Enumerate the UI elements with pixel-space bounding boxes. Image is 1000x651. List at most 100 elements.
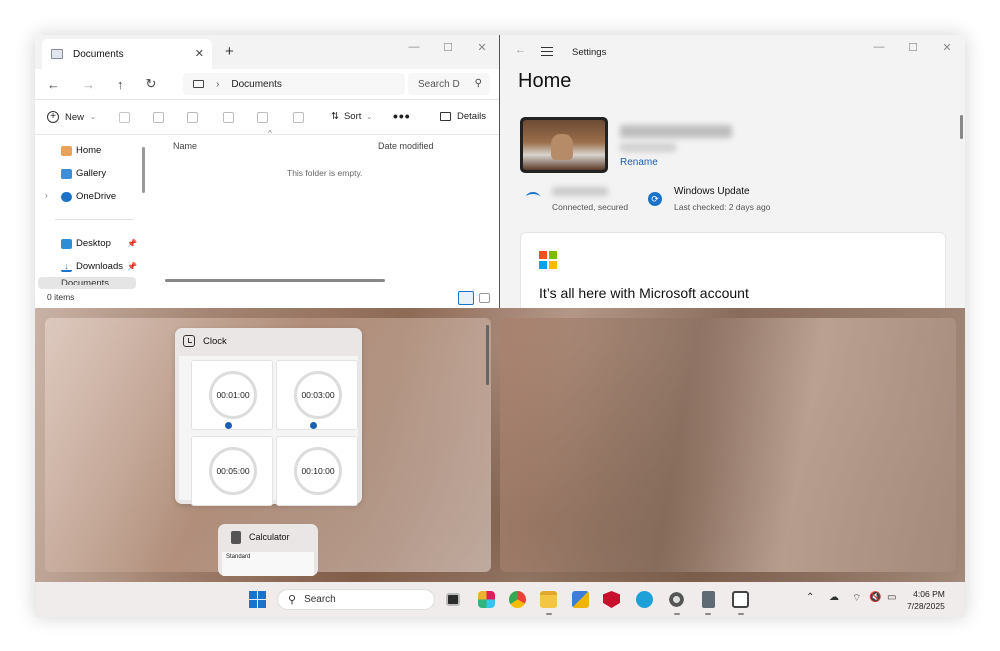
sidebar-item-desktop[interactable]: Desktop [61, 238, 111, 249]
slack-icon[interactable] [478, 591, 495, 608]
new-tab-button[interactable]: + [225, 43, 234, 60]
rename-icon[interactable] [223, 112, 234, 123]
clock-preview: 00:01:00 00:03:00 00:05:00 00:10:00 [179, 356, 358, 506]
cut-icon[interactable] [119, 112, 130, 123]
task-view-icon[interactable] [446, 593, 460, 606]
sidebar-item-gallery[interactable]: Gallery [61, 168, 106, 179]
timer-card: 00:10:00 [276, 436, 358, 506]
windows-update-title[interactable]: Windows Update [674, 186, 750, 197]
clock-date: 7/28/2025 [907, 601, 945, 611]
start-windows-icon[interactable] [249, 591, 266, 608]
calculator-window-thumbnail[interactable]: Calculator Standard [218, 524, 318, 576]
settings-gear-icon[interactable] [668, 591, 685, 608]
horizontal-scrollbar[interactable] [165, 279, 385, 282]
sidebar-divider [55, 219, 133, 220]
taskbar-search-box[interactable]: ⚲ Search [277, 589, 435, 610]
wifi-icon [526, 192, 540, 202]
calculator-mode: Standard [226, 554, 251, 560]
copy-icon[interactable] [153, 112, 164, 123]
timer-ring: 00:03:00 [294, 371, 342, 419]
settings-window-controls: — ☐ ✕ [862, 41, 964, 54]
running-indicator [674, 613, 680, 615]
sidebar-scrollbar[interactable] [142, 147, 145, 193]
cloud-sync-icon[interactable]: ☁ [829, 592, 839, 603]
minimize-button[interactable]: — [862, 41, 896, 54]
sort-button[interactable]: ⇅ Sort ⌄ [331, 111, 372, 122]
calculator-app-title: Calculator [249, 532, 290, 542]
large-icons-view-icon[interactable] [479, 293, 490, 303]
more-options-button[interactable]: ••• [393, 108, 411, 124]
documents-folder-icon [51, 49, 63, 59]
sidebar-item-onedrive[interactable]: OneDrive [61, 191, 116, 202]
explorer-tab-documents[interactable]: Documents ✕ [42, 39, 212, 69]
clock-icon[interactable] [732, 591, 749, 608]
windows-update-icon: ⟳ [648, 192, 662, 206]
paste-icon[interactable] [187, 112, 198, 123]
breadcrumb-separator: › [216, 78, 220, 90]
delete-icon[interactable] [293, 112, 304, 123]
window-title: Settings [572, 47, 607, 58]
device-thumbnail [520, 117, 608, 173]
breadcrumb-documents[interactable]: Documents [231, 79, 282, 90]
search-icon: ⚲ [474, 78, 482, 89]
play-icon [225, 422, 232, 429]
search-input[interactable]: Search D ⚲ [408, 73, 490, 95]
up-arrow-icon[interactable]: ↑ [117, 77, 124, 92]
refresh-icon[interactable]: ↻ [146, 76, 157, 92]
calculator-icon[interactable] [702, 591, 715, 608]
snap-assist-zone-right[interactable] [500, 318, 956, 572]
forward-arrow-icon[interactable]: → [82, 77, 95, 92]
pin-icon: 📌 [127, 239, 137, 248]
sidebar-item-home[interactable]: Home [61, 145, 101, 156]
microsoft-store-icon[interactable] [572, 591, 589, 608]
clock-window-thumbnail[interactable]: Clock 00:01:00 00:03:00 00:05:00 00:10:0… [175, 328, 362, 506]
wifi-tray-icon[interactable]: ⌔ [852, 592, 861, 605]
timer-value: 00:10:00 [301, 466, 335, 476]
timer-card: 00:05:00 [191, 436, 273, 506]
new-label: New [65, 111, 85, 123]
close-button[interactable]: ✕ [465, 41, 499, 54]
system-clock[interactable]: 4:06 PM 7/28/2025 [907, 588, 945, 612]
details-pane-button[interactable]: Details [440, 111, 486, 122]
page-title: Home [518, 70, 572, 92]
volume-muted-icon[interactable]: 🔇 [869, 592, 881, 603]
timer-card: 00:03:00 [276, 360, 358, 430]
show-hidden-icons-chevron-icon[interactable]: ⌃ [806, 592, 814, 603]
settings-scrollbar[interactable] [960, 115, 963, 139]
explorer-nav-bar: ← → ↑ ↻ › Documents Search D ⚲ [35, 69, 499, 99]
chrome-icon[interactable] [509, 591, 526, 608]
sort-label: Sort [343, 111, 362, 122]
chevron-right-icon[interactable]: › [45, 191, 48, 200]
hamburger-menu-icon[interactable] [541, 47, 553, 56]
battery-icon[interactable]: ▭ [887, 592, 896, 603]
snap-divider-handle[interactable] [486, 325, 489, 385]
calculator-thumbnail-header: Calculator [218, 524, 318, 550]
rename-link[interactable]: Rename [620, 157, 658, 168]
settings-window: ← Settings — ☐ ✕ Home Rename Connected, … [500, 35, 965, 308]
back-arrow-icon[interactable]: ← [515, 44, 526, 56]
wifi-status: Connected, secured [552, 202, 629, 212]
minimize-button[interactable]: — [397, 41, 431, 54]
close-button[interactable]: ✕ [930, 41, 964, 54]
sidebar-item-downloads[interactable]: ↓ Downloads [61, 261, 123, 272]
tab-close-icon[interactable]: ✕ [195, 47, 204, 60]
tab-title: Documents [73, 48, 124, 60]
maximize-button[interactable]: ☐ [896, 41, 930, 54]
column-header-name[interactable]: Name [173, 141, 197, 151]
maximize-button[interactable]: ☐ [431, 41, 465, 54]
column-header-date-modified[interactable]: Date modified [378, 141, 434, 151]
address-bar[interactable]: › Documents [183, 73, 405, 95]
file-explorer-icon[interactable] [540, 591, 557, 608]
mcafee-icon[interactable] [603, 591, 620, 608]
new-button[interactable]: + New ⌄ [47, 111, 96, 123]
wifi-network-name-blurred [552, 187, 608, 196]
empty-folder-message: This folder is empty. [287, 168, 363, 178]
messenger-icon[interactable] [636, 591, 653, 608]
microsoft-account-card[interactable]: It’s all here with Microsoft account [520, 232, 946, 308]
details-view-icon[interactable] [458, 291, 474, 305]
sidebar-item-label: Documents [61, 279, 110, 285]
gallery-icon [61, 168, 72, 179]
sidebar-item-label: Desktop [76, 238, 111, 249]
back-arrow-icon[interactable]: ← [47, 77, 60, 92]
share-icon[interactable] [257, 112, 268, 123]
